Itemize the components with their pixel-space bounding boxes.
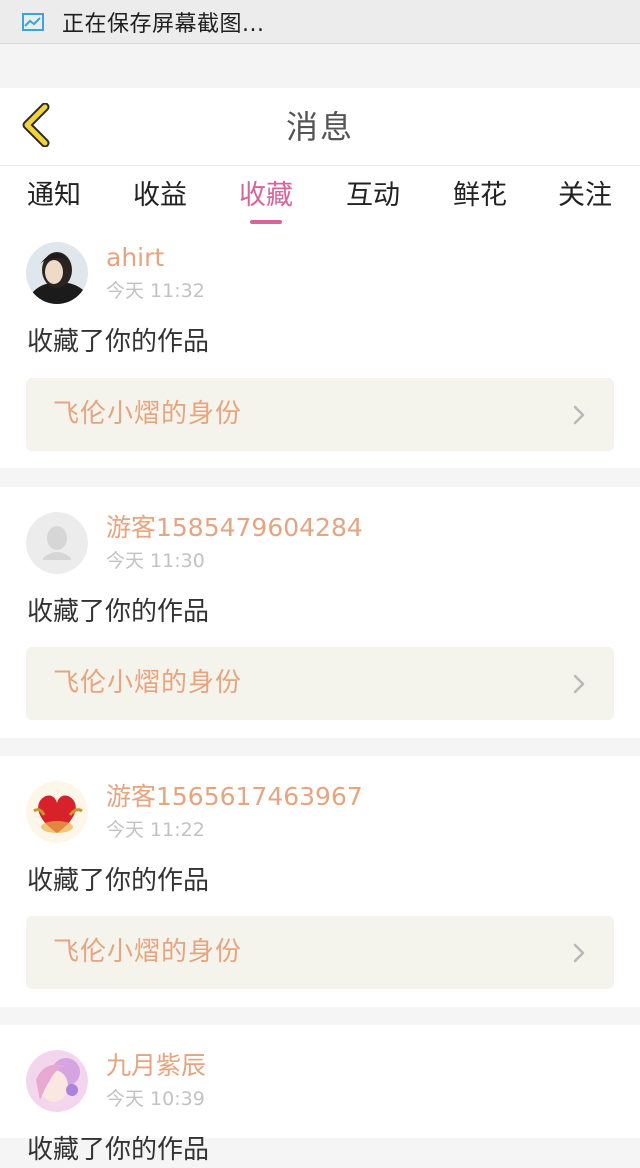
tab-label: 收藏 [239, 180, 293, 211]
notification-card: 游客1565617463967 今天 11:22 收藏了你的作品 飞伦小熠的身份 [0, 756, 640, 1007]
status-text: 正在保存屏幕截图... [62, 11, 265, 37]
tab-label: 互动 [346, 180, 400, 211]
work-link[interactable]: 飞伦小熠的身份 [26, 647, 614, 720]
action-text: 收藏了你的作品 [27, 327, 210, 357]
tab-label: 关注 [558, 180, 612, 211]
tab-earnings[interactable]: 收益 [107, 166, 213, 230]
notification-card: ahirt 今天 11:32 收藏了你的作品 飞伦小熠的身份 [0, 230, 640, 468]
timestamp: 今天 11:30 [106, 550, 205, 572]
work-title: 飞伦小熠的身份 [53, 399, 243, 429]
chevron-right-icon [573, 943, 585, 963]
chevron-right-icon [573, 674, 585, 694]
notification-card: 九月紫辰 今天 10:39 收藏了你的作品 [0, 1025, 640, 1165]
action-text: 收藏了你的作品 [27, 866, 210, 896]
user-name[interactable]: ahirt [106, 242, 164, 274]
user-name[interactable]: 九月紫辰 [106, 1050, 206, 1082]
action-text: 收藏了你的作品 [27, 1135, 210, 1165]
tab-active-indicator [250, 220, 282, 224]
user-name[interactable]: 游客1585479604284 [106, 512, 363, 544]
screenshot-icon [20, 11, 46, 33]
tab-notifications[interactable]: 通知 [1, 166, 107, 230]
timestamp: 今天 10:39 [106, 1088, 205, 1110]
action-text: 收藏了你的作品 [27, 597, 210, 627]
status-bar: 正在保存屏幕截图... [0, 0, 640, 44]
avatar[interactable] [26, 781, 88, 843]
tab-bar: 通知 收益 收藏 互动 鲜花 关注 [0, 166, 640, 230]
avatar[interactable] [26, 1050, 88, 1112]
tab-label: 收益 [133, 180, 187, 211]
tab-interactions[interactable]: 互动 [320, 166, 426, 230]
work-title: 飞伦小熠的身份 [53, 668, 243, 698]
back-button[interactable] [14, 102, 58, 152]
tab-label: 鲜花 [453, 180, 507, 211]
timestamp: 今天 11:32 [106, 280, 205, 302]
user-name[interactable]: 游客1565617463967 [106, 781, 363, 813]
tab-label: 通知 [27, 180, 81, 211]
tab-following[interactable]: 关注 [532, 166, 638, 230]
work-title: 飞伦小熠的身份 [53, 937, 243, 967]
work-link[interactable]: 飞伦小熠的身份 [26, 378, 614, 451]
header: 消息 [0, 88, 640, 166]
tab-favorites[interactable]: 收藏 [213, 166, 319, 230]
avatar[interactable] [26, 242, 88, 304]
chevron-right-icon [573, 405, 585, 425]
notification-card: 游客1585479604284 今天 11:30 收藏了你的作品 飞伦小熠的身份 [0, 487, 640, 738]
timestamp: 今天 11:22 [106, 819, 205, 841]
avatar[interactable] [26, 512, 88, 574]
work-link[interactable]: 飞伦小熠的身份 [26, 916, 614, 989]
chevron-left-icon [19, 102, 53, 151]
tab-flowers[interactable]: 鲜花 [427, 166, 533, 230]
top-spacer [0, 44, 640, 88]
page-title: 消息 [285, 108, 354, 146]
